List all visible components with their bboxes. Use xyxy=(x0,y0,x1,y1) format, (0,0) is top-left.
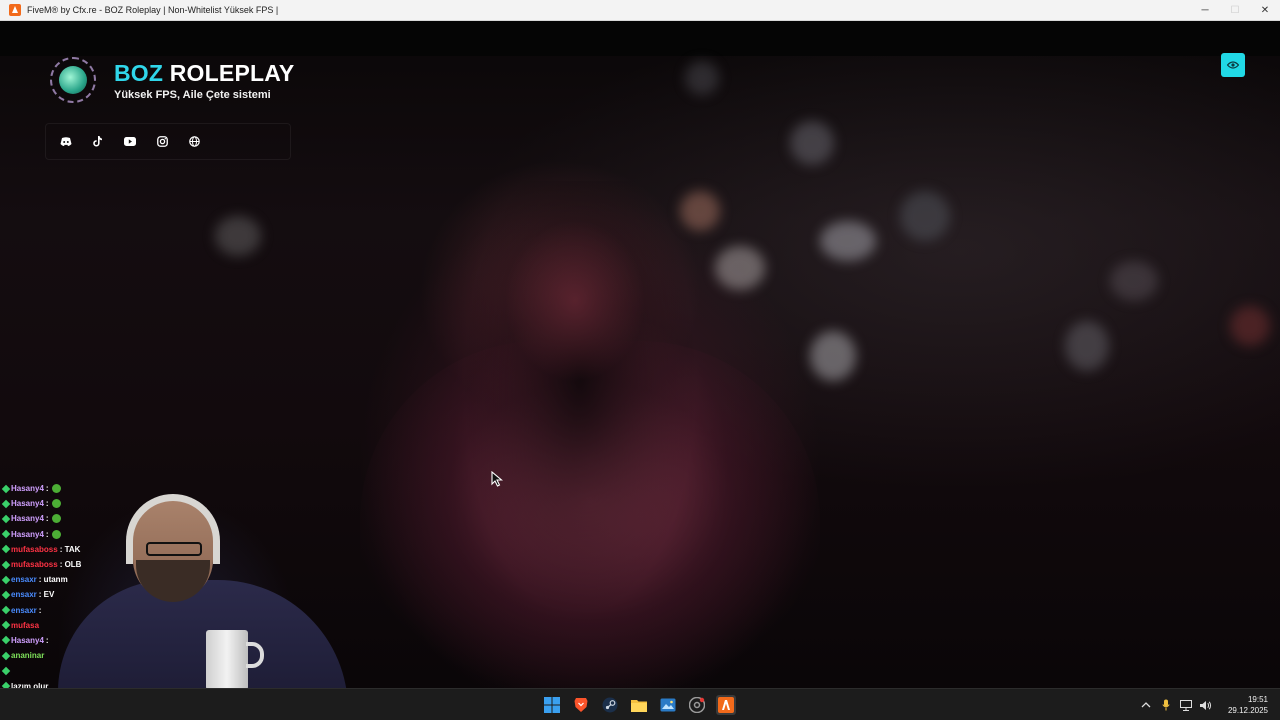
server-tagline: Yüksek FPS, Aile Çete sistemi xyxy=(114,88,271,101)
top-band xyxy=(0,21,1280,56)
bokeh-light xyxy=(1110,261,1158,301)
window-controls: ─ ☐ ✕ xyxy=(1190,0,1280,21)
chat-username: ensaxr xyxy=(11,590,37,600)
moderator-badge-icon xyxy=(1,590,11,600)
eye-icon xyxy=(1227,61,1239,69)
microphone-icon[interactable] xyxy=(1158,697,1174,713)
toggle-visibility-button[interactable] xyxy=(1221,53,1245,77)
fivem-icon[interactable] xyxy=(716,695,736,715)
moderator-badge-icon xyxy=(1,545,11,554)
bokeh-light xyxy=(820,221,876,261)
social-links xyxy=(45,123,291,160)
bokeh-light xyxy=(1230,306,1270,346)
moderator-badge-icon xyxy=(1,514,11,524)
fivem-app-icon xyxy=(9,4,21,16)
minimize-button[interactable]: ─ xyxy=(1190,0,1220,21)
moderator-badge-icon xyxy=(1,499,11,509)
youtube-icon[interactable] xyxy=(120,132,140,152)
window-titlebar: FiveM® by Cfx.re - BOZ Roleplay | Non-Wh… xyxy=(0,0,1280,21)
moderator-badge-icon xyxy=(1,560,11,569)
moderator-badge-icon xyxy=(1,484,11,493)
brave-browser-icon[interactable] xyxy=(571,695,591,715)
moderator-badge-icon xyxy=(1,575,11,584)
bokeh-light xyxy=(790,121,834,165)
bokeh-light xyxy=(810,331,856,381)
clock-date: 29.12.2025 xyxy=(1227,706,1268,715)
server-name-accent: BOZ xyxy=(114,59,164,86)
moderator-badge-icon xyxy=(1,621,11,630)
close-button[interactable]: ✕ xyxy=(1250,0,1280,21)
chat-username: ensaxr xyxy=(11,575,37,585)
maximize-button[interactable]: ☐ xyxy=(1220,0,1250,21)
tiktok-icon[interactable] xyxy=(88,132,108,152)
server-name: BOZ ROLEPLAY xyxy=(114,60,294,86)
file-explorer-icon[interactable] xyxy=(629,695,649,715)
server-logo xyxy=(50,57,96,103)
moderator-badge-icon xyxy=(1,605,11,615)
server-brand: BOZ ROLEPLAY Yüksek FPS, Aile Çete siste… xyxy=(50,57,294,103)
chevron-up-icon[interactable] xyxy=(1138,697,1154,713)
taskbar-apps xyxy=(542,689,745,720)
photos-icon[interactable] xyxy=(658,695,678,715)
chrome-icon[interactable] xyxy=(687,695,707,715)
moderator-badge-icon xyxy=(1,666,11,676)
character-face xyxy=(500,221,650,381)
bokeh-light xyxy=(685,61,719,95)
taskbar-clock[interactable]: 19:51 29.12.2025 xyxy=(1228,694,1268,716)
chat-username: ensaxr xyxy=(11,605,37,615)
network-icon[interactable] xyxy=(1178,697,1194,713)
mouse-cursor-icon xyxy=(491,471,504,487)
bokeh-light xyxy=(715,246,765,290)
chat-username: mufasa xyxy=(11,620,40,630)
discord-icon[interactable] xyxy=(56,132,76,152)
globe-icon[interactable] xyxy=(184,132,204,152)
moderator-badge-icon xyxy=(1,636,11,645)
windows-taskbar: 19:51 29.12.2025 xyxy=(0,688,1280,720)
instagram-icon[interactable] xyxy=(152,132,172,152)
bokeh-light xyxy=(900,191,950,241)
coffee-mug xyxy=(206,630,248,690)
window-title: FiveM® by Cfx.re - BOZ Roleplay | Non-Wh… xyxy=(27,5,279,15)
system-tray: 19:51 29.12.2025 xyxy=(1138,689,1268,720)
bokeh-light xyxy=(1065,321,1109,371)
steam-icon[interactable] xyxy=(600,695,620,715)
moderator-badge-icon xyxy=(1,529,11,539)
streamer-webcam xyxy=(38,490,348,690)
server-name-rest: ROLEPLAY xyxy=(169,59,295,86)
volume-icon[interactable] xyxy=(1198,697,1214,713)
windows-start-icon[interactable] xyxy=(542,695,562,715)
bokeh-light xyxy=(215,216,261,256)
moderator-badge-icon xyxy=(1,651,11,660)
clock-time: 19:51 xyxy=(1247,695,1268,704)
